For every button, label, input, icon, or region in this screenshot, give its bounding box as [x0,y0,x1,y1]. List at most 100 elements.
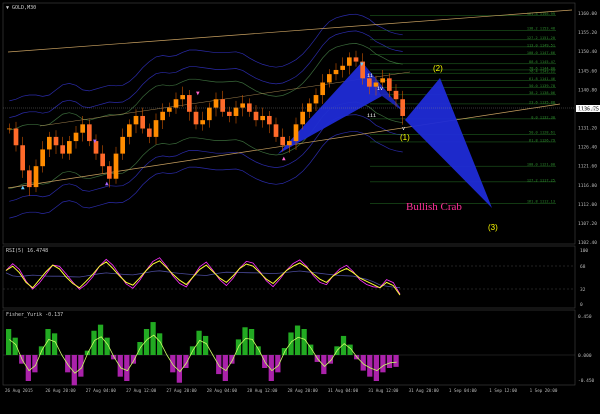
bullish-crab-pattern[interactable] [278,62,492,208]
candle-body [193,111,199,125]
candle-body [307,103,312,112]
candle-body [147,128,152,137]
fisher-bar [130,355,137,364]
fisher-bar [308,344,314,355]
candle-body [327,74,332,83]
fib-level-label: 127.2 1117.25 [527,178,555,182]
candle-body [133,115,139,125]
price-tick-label: 1145.60 [578,68,597,74]
price-tick-label: 1107.20 [578,221,597,227]
fib-level-label: 50.0 1139.78 [529,84,555,88]
candle-body [267,115,272,125]
candle-body [33,166,39,188]
price-tick-label: 1160.00 [578,11,597,17]
fisher-bar [367,355,373,377]
time-tick-label: 28 Aug 04:00 [207,388,238,393]
candle-body [200,120,205,125]
fisher-tick-label: 0.450 [578,314,592,320]
up-arrow-icon: ▲ [282,155,286,162]
fisher-bar [393,355,399,367]
time-tick-label: 1 Sep 20:00 [530,388,558,393]
candle-body [313,95,319,104]
candle-body [320,82,325,96]
down-arrow-icon: ▼ [93,138,97,145]
fisher-histogram [6,322,399,386]
wave-v-label: v [402,126,405,132]
candle-body [7,128,12,130]
candle-body [73,132,79,142]
fib-level-label: 138.2 1153.48 [527,27,555,31]
main-pane-title: ▼ GOLD,M30 [6,5,37,11]
rsi-tick-label: 32 [580,287,586,293]
fib-level-label: 113.0 1149.51 [527,43,555,47]
fisher-bar [229,355,235,364]
wave-1-label: (1) [400,133,410,142]
candle-body [80,124,85,133]
candle-body [220,99,225,112]
rsi-tick-label: 0 [580,302,583,308]
candle-body [40,149,45,167]
candles [7,50,405,196]
price-tick-label: 1140.80 [578,87,597,93]
time-tick-label: 26 Aug 20:00 [45,388,76,393]
fisher-tick-label: -0.450 [578,378,595,384]
candle-body [400,99,405,116]
time-tick-label: 31 Aug 20:00 [409,388,440,393]
candle-body [167,107,172,112]
candle-body [140,115,145,129]
candle-body [280,136,285,146]
candle-body [47,136,52,150]
fib-level-label: 161.8 1112.13 [527,200,555,204]
wave-2-label: (2) [433,64,443,73]
rsi-lines [5,257,401,296]
fisher-bar [321,355,327,375]
candle-body [253,111,259,121]
candle-body [353,57,359,62]
candle-body [387,78,392,91]
candle-body [27,170,32,188]
candle-body [240,103,245,108]
fib-level-label: 23.6 1135.88 [529,100,555,104]
fib-level-label: 38.2 1138.06 [529,91,555,95]
fib-level-label: 0.0 1132.30 [531,115,555,119]
fisher-bar [288,332,294,355]
fisher-bar [25,355,31,381]
fib-level-label: 100.0 1147.66 [527,51,555,55]
candle-body [287,141,292,146]
candle-body [113,153,119,179]
time-tick-label: 27 Aug 12:00 [126,388,157,393]
candle-body [67,141,72,154]
fisher-bar [373,355,379,381]
fisher-pane-title: Fisher_Yurik -0.137 [6,312,64,318]
fisher-bar [150,322,156,355]
candle-body [120,136,125,154]
fisher-bar [97,324,104,355]
candle-body [87,124,92,142]
trading-chart[interactable]: 161.8 1156.99138.2 1153.48127.2 1151.201… [0,0,600,414]
candle-body [347,57,352,66]
fisher-bar [255,346,261,355]
fib-level-label: 61.8 1126.79 [529,138,555,142]
candle-body [107,166,112,179]
fisher-tick-label: 0.000 [578,353,592,359]
price-tick-label: 1112.00 [578,202,597,208]
candle-body [273,124,279,137]
rsi-tick-label: 100 [580,248,588,254]
fib-level-label: 127.2 1151.20 [527,36,555,40]
time-tick-label: 28 Aug 12:00 [247,388,278,393]
price-tick-label: 1136.00 [578,106,597,112]
fib-level-label: 76.4 1143.22 [529,70,555,74]
fisher-bar [12,337,18,355]
pattern-name-label: Bullish Crab [406,201,462,213]
price-tick-label: 1150.40 [578,49,597,55]
time-tick-label: 26 Aug 2015 [5,388,33,393]
candle-body [60,145,65,154]
fib-level-label: 88.6 1145.47 [529,60,555,64]
candle-body [247,103,252,112]
down-arrow-icon: ▼ [196,90,200,97]
price-tick-label: 1131.20 [578,126,597,132]
crab-projection-triangle [405,78,492,208]
candle-body [367,78,372,87]
fisher-bar [301,329,307,355]
candle-body [153,120,159,137]
